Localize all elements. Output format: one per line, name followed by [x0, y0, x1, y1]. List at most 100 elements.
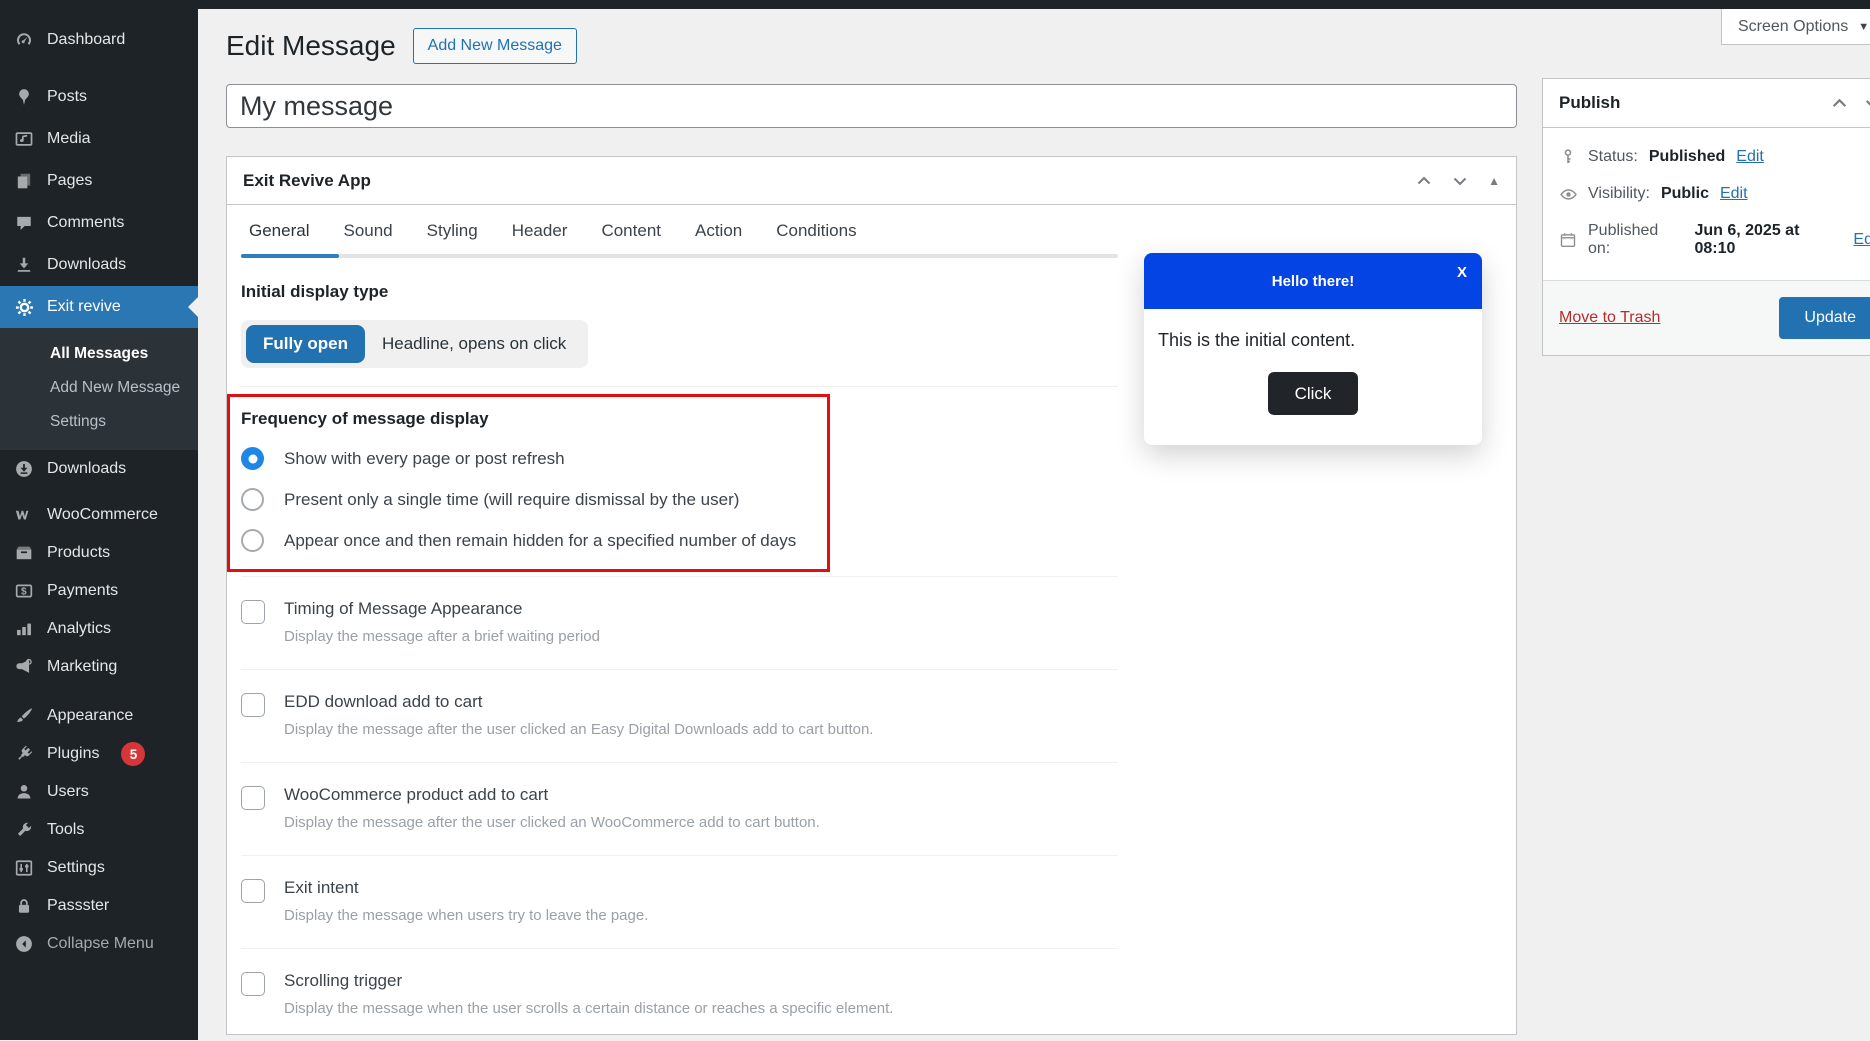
brush-icon: [14, 706, 34, 726]
sidebar-item-label: Users: [47, 783, 89, 800]
publish-header[interactable]: Publish: [1543, 79, 1870, 128]
sidebar-item-downloads-edd[interactable]: Downloads: [0, 450, 198, 488]
initial-display-type-label: Initial display type: [241, 282, 389, 301]
sidebar-item-settings[interactable]: Settings: [0, 849, 198, 887]
radio-unselected[interactable]: [241, 488, 264, 511]
sidebar-item-exit-revive[interactable]: Exit revive: [0, 286, 198, 328]
sidebar-item-users[interactable]: Users: [0, 773, 198, 811]
sidebar-item-label: Products: [47, 544, 111, 561]
metabox-title: Exit Revive App: [243, 170, 371, 190]
sidebar-item-label: Collapse Menu: [47, 935, 154, 952]
tab-header[interactable]: Header: [512, 221, 568, 254]
sidebar-item-pages[interactable]: Pages: [0, 160, 198, 202]
trigger-text: Scrolling trigger Display the message wh…: [284, 971, 893, 1017]
frequency-label: Frequency of message display: [241, 409, 489, 428]
sidebar-item-tools[interactable]: Tools: [0, 811, 198, 849]
pin-icon: [14, 87, 34, 107]
metabox-header[interactable]: Exit Revive App ▲: [227, 157, 1516, 205]
trigger-description: Display the message after the user click…: [284, 814, 820, 831]
visibility-value: Public: [1660, 185, 1709, 202]
close-icon[interactable]: X: [1457, 264, 1467, 281]
scrolling-trigger-checkbox[interactable]: [241, 972, 265, 996]
sidebar-item-passster[interactable]: Passster: [0, 887, 198, 925]
radio-selected[interactable]: [241, 447, 264, 470]
status-value: Published: [1648, 148, 1726, 165]
sidebar-item-comments[interactable]: Comments: [0, 202, 198, 244]
timing-checkbox[interactable]: [241, 600, 265, 624]
trigger-title: Timing of Message Appearance: [284, 599, 523, 618]
move-to-trash-link[interactable]: Move to Trash: [1559, 309, 1660, 327]
sidebar-item-posts[interactable]: Posts: [0, 76, 198, 118]
download-icon: [14, 255, 34, 275]
sidebar-item-analytics[interactable]: Analytics: [0, 610, 198, 648]
trigger-row-exit-intent: Exit intent Display the message when use…: [241, 856, 1118, 949]
sidebar-item-label: Pages: [47, 172, 93, 189]
headline-opens-on-click-button[interactable]: Headline, opens on click: [365, 325, 583, 363]
calendar-icon: [1559, 231, 1577, 249]
sidebar-item-products[interactable]: Products: [0, 534, 198, 572]
tab-styling[interactable]: Styling: [427, 221, 478, 254]
sidebar-item-plugins[interactable]: Plugins 5: [0, 735, 198, 773]
chevron-down-icon: ▼: [1858, 20, 1870, 33]
tab-general[interactable]: General: [249, 221, 309, 254]
screen-options-label: Screen Options: [1738, 17, 1849, 35]
wrench-icon: [14, 820, 34, 840]
fully-open-button[interactable]: Fully open: [246, 325, 365, 363]
status-edit-link[interactable]: Edit: [1736, 148, 1764, 166]
woocommerce-add-to-cart-checkbox[interactable]: [241, 786, 265, 810]
edd-add-to-cart-checkbox[interactable]: [241, 693, 265, 717]
move-down-icon[interactable]: [1452, 173, 1468, 189]
publish-header-actions: [1831, 95, 1870, 112]
move-up-icon[interactable]: [1831, 95, 1848, 112]
user-icon: [14, 782, 34, 802]
sidebar-item-marketing[interactable]: Marketing: [0, 648, 198, 686]
submenu-item-settings[interactable]: Settings: [0, 405, 198, 439]
sidebar-item-downloads[interactable]: Downloads: [0, 244, 198, 286]
update-button[interactable]: Update: [1779, 297, 1870, 339]
sidebar-item-collapse-menu[interactable]: Collapse Menu: [0, 925, 198, 963]
frequency-option-single-time[interactable]: Present only a single time (will require…: [241, 488, 1118, 511]
tab-action[interactable]: Action: [695, 221, 742, 254]
visibility-edit-link[interactable]: Edit: [1720, 185, 1748, 203]
submenu-item-all-messages[interactable]: All Messages: [0, 337, 198, 371]
tab-conditions[interactable]: Conditions: [776, 221, 856, 254]
message-preview-popup: Hello there! X This is the initial conte…: [1144, 253, 1482, 445]
popup-click-button[interactable]: Click: [1268, 372, 1358, 415]
trigger-title: Scrolling trigger: [284, 971, 403, 990]
sidebar-item-payments[interactable]: $ Payments: [0, 572, 198, 610]
sidebar-item-appearance[interactable]: Appearance: [0, 697, 198, 735]
screen-options-tab[interactable]: Screen Options ▼: [1721, 9, 1870, 45]
sidebar-item-label: Dashboard: [47, 31, 126, 48]
move-up-icon[interactable]: [1416, 173, 1432, 189]
move-down-icon[interactable]: [1864, 95, 1870, 112]
collapse-toggle-icon[interactable]: ▲: [1488, 174, 1500, 188]
trigger-text: EDD download add to cart Display the mes…: [284, 692, 873, 738]
submenu-item-add-new-message[interactable]: Add New Message: [0, 371, 198, 405]
exit-revive-app-metabox: Exit Revive App ▲ General Sound Styling …: [226, 156, 1517, 1035]
sidebar-item-media[interactable]: Media: [0, 118, 198, 160]
published-on-edit-link[interactable]: Edit: [1853, 231, 1870, 249]
active-menu-arrow: [188, 297, 198, 317]
tab-content[interactable]: Content: [601, 221, 661, 254]
sidebar-item-label: WooCommerce: [47, 506, 158, 523]
sidebar-item-woocommerce[interactable]: WooCommerce: [0, 496, 198, 534]
collapse-icon: [14, 934, 34, 954]
submenu-label: Settings: [50, 413, 107, 430]
sidebar-item-label: Settings: [47, 859, 105, 876]
add-new-message-button[interactable]: Add New Message: [412, 28, 577, 64]
megaphone-icon: [14, 657, 34, 677]
frequency-option-every-refresh[interactable]: Show with every page or post refresh: [241, 447, 1118, 470]
trigger-text: Exit intent Display the message when use…: [284, 878, 648, 924]
sidebar-item-label: Posts: [47, 88, 88, 105]
tab-sound[interactable]: Sound: [343, 221, 392, 254]
radio-label: Appear once and then remain hidden for a…: [284, 530, 797, 550]
frequency-option-hidden-days[interactable]: Appear once and then remain hidden for a…: [241, 529, 1118, 552]
sidebar-item-dashboard[interactable]: Dashboard: [0, 19, 198, 61]
sidebar-item-label: Downloads: [47, 256, 127, 273]
sidebar-item-label: Media: [47, 130, 91, 147]
svg-text:$: $: [21, 586, 27, 597]
visibility-prefix: Visibility:: [1588, 185, 1650, 202]
radio-unselected[interactable]: [241, 529, 264, 552]
exit-intent-checkbox[interactable]: [241, 879, 265, 903]
message-title-input[interactable]: [226, 84, 1517, 128]
